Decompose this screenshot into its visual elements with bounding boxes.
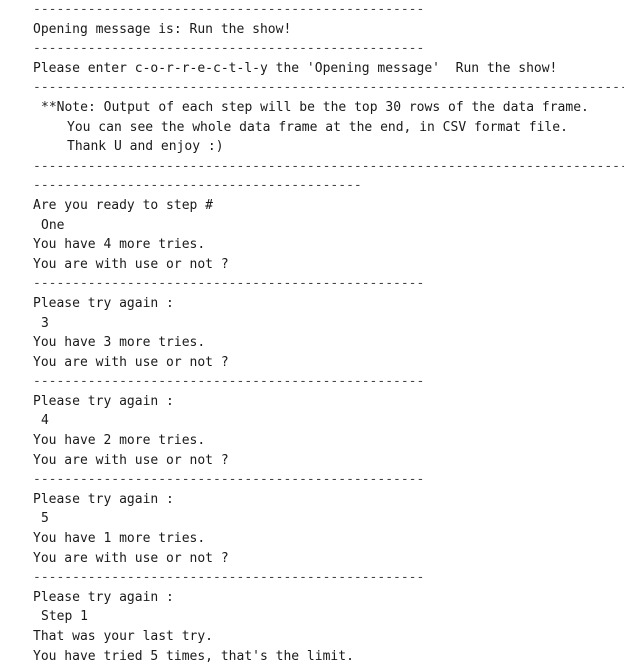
separator-line: ----------------------------------------… <box>33 178 362 194</box>
output-line: Opening message is: Run the show! <box>33 21 292 37</box>
output-line: 4 <box>41 413 49 429</box>
output-line: Please enter c-o-r-r-e-c-t-l-y the 'Open… <box>33 60 558 76</box>
output-line: You can see the whole data frame at the … <box>67 119 568 135</box>
output-line: You are with use or not ? <box>33 550 229 566</box>
separator-line: ----------------------------------------… <box>33 158 624 174</box>
output-line: You have 3 more tries. <box>33 335 206 351</box>
output-line: You have 2 more tries. <box>33 433 206 449</box>
output-line: 5 <box>41 511 49 527</box>
console-output: ----------------------------------------… <box>33 0 624 662</box>
separator-line: ----------------------------------------… <box>33 41 425 57</box>
output-line: You have 4 more tries. <box>33 237 206 253</box>
output-line: You are with use or not ? <box>33 354 229 370</box>
output-line: Please try again : <box>33 491 174 507</box>
output-line: Please try again : <box>33 589 174 605</box>
output-line: You are with use or not ? <box>33 256 229 272</box>
output-line: Please try again : <box>33 295 174 311</box>
output-line: One <box>41 217 65 233</box>
separator-line: ----------------------------------------… <box>33 2 425 17</box>
output-line: Please try again : <box>33 393 174 409</box>
separator-line: ----------------------------------------… <box>33 80 624 96</box>
output-line: 3 <box>41 315 49 331</box>
output-line: You have tried 5 times, that's the limit… <box>33 648 354 662</box>
output-line: Are you ready to step # <box>33 197 214 213</box>
output-line: Step 1 <box>41 609 88 625</box>
output-line: You have 1 more tries. <box>33 531 206 547</box>
separator-line: ----------------------------------------… <box>33 472 425 488</box>
output-line: You are with use or not ? <box>33 452 229 468</box>
output-line: Thank U and enjoy :) <box>67 139 224 155</box>
output-line: **Note: Output of each step will be the … <box>41 99 589 115</box>
output-line: That was your last try. <box>33 629 214 644</box>
separator-line: ----------------------------------------… <box>33 570 425 586</box>
separator-line: ----------------------------------------… <box>33 276 425 292</box>
separator-line: ----------------------------------------… <box>33 374 425 390</box>
